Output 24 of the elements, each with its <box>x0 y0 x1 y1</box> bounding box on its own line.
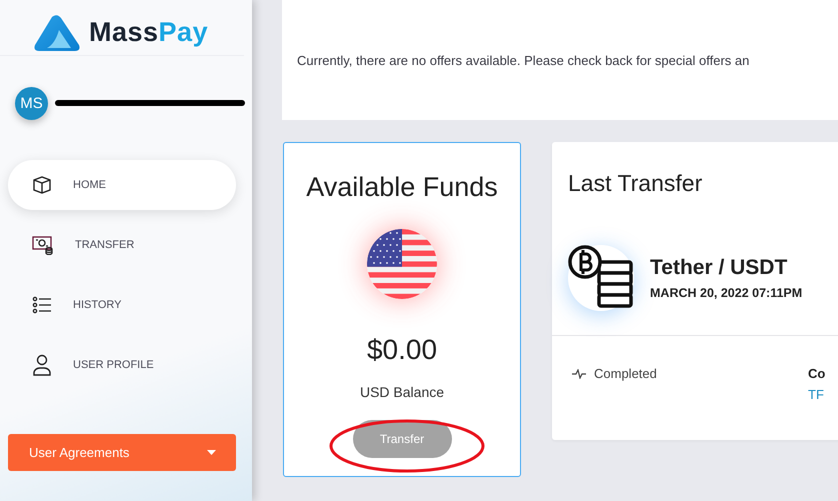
asset-name: Tether / USDT <box>650 256 788 280</box>
nav-item[interactable]: HISTORY <box>8 280 236 330</box>
transfer-date: MARCH 20, 2022 07:11PM <box>650 286 802 300</box>
list-icon <box>32 295 52 315</box>
pulse-icon <box>572 368 586 378</box>
status-text: Completed <box>594 366 657 381</box>
column-value: TF <box>808 387 825 402</box>
user-avatar: MS <box>15 86 48 120</box>
column-heading: Co <box>808 366 826 381</box>
balance-label: USD Balance <box>360 384 444 400</box>
offers-message: Currently, there are no offers available. Please check back for special offers an <box>282 0 838 120</box>
caret-icon <box>207 450 216 455</box>
card-title: Available Funds <box>306 172 498 203</box>
nav-item[interactable]: USER PROFILE <box>8 340 236 390</box>
nav-item[interactable]: TRANSFER <box>8 220 236 270</box>
box-icon <box>32 175 52 195</box>
nav-item[interactable]: HOME <box>8 160 236 210</box>
card-title: Last Transfer <box>567 169 704 198</box>
balance-amount: $0.00 <box>366 334 438 366</box>
logo-icon <box>33 14 81 52</box>
coins-icon <box>568 244 634 310</box>
user-icon <box>32 354 52 376</box>
brand-name: MassPay <box>89 17 208 48</box>
money-icon <box>32 235 54 255</box>
